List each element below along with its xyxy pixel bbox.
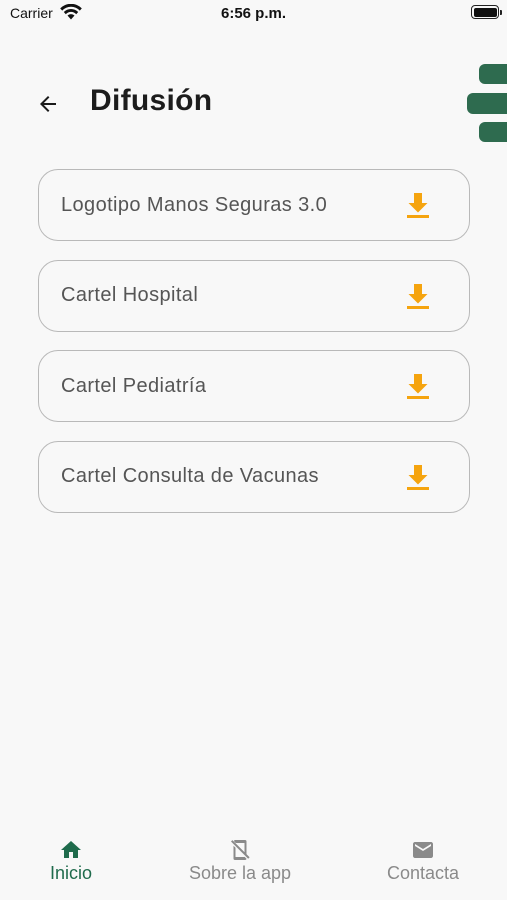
nav-label: Contacta [386,863,460,883]
arrow-left-icon [40,96,56,112]
battery-icon [471,5,502,19]
app-logo [467,64,507,144]
nav-item-inicio[interactable]: Inicio [40,838,102,884]
nav-item-sobre-la-app[interactable]: Sobre la app [172,838,308,884]
file-label: Cartel Hospital [61,284,199,306]
file-item-logotipo[interactable]: Logotipo Manos Seguras 3.0 [38,169,470,241]
nav-label: Sobre la app [188,863,292,883]
nav-item-contacta[interactable]: Contacta [374,838,472,884]
download-icon[interactable] [405,282,431,310]
file-item-consulta-vacunas[interactable]: Cartel Consulta de Vacunas [38,440,470,513]
nav-label: Inicio [49,863,93,883]
status-bar: Carrier 6:56 p.m. [0,0,507,30]
clock: 6:56 p.m. [220,5,287,22]
file-list: Logotipo Manos Seguras 3.0 Cartel Hospit… [38,169,470,531]
download-icon[interactable] [405,463,431,491]
file-label: Cartel Consulta de Vacunas [61,465,319,487]
download-icon[interactable] [405,191,431,219]
bottom-nav: Inicio Sobre la app Contacta [0,830,507,900]
download-icon[interactable] [405,372,431,400]
file-item-hospital[interactable]: Cartel Hospital [38,259,470,332]
mail-icon [413,842,433,858]
file-item-pediatria[interactable]: Cartel Pediatría [38,350,470,422]
back-button[interactable] [32,88,64,120]
phone-off-icon [231,840,250,860]
file-label: Cartel Pediatría [61,374,207,397]
home-icon [61,841,81,858]
page-title: Difusión [90,84,213,117]
file-label: Logotipo Manos Seguras 3.0 [61,193,328,216]
